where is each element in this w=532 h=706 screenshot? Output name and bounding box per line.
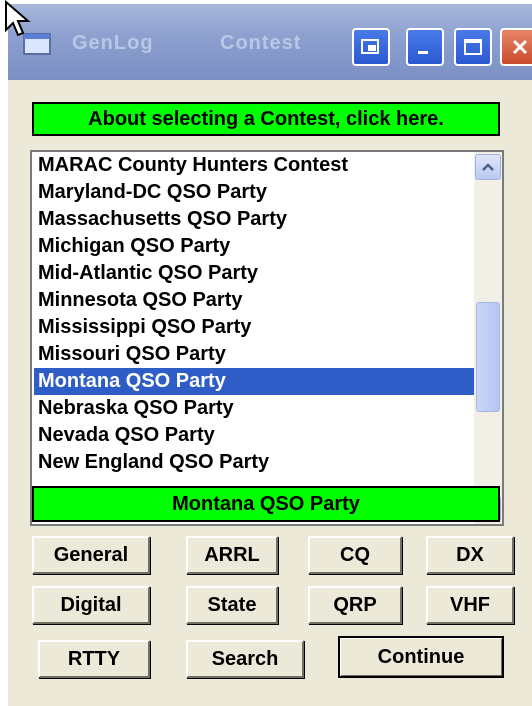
list-item[interactable]: Massachusetts QSO Party [34,206,474,233]
cq-button[interactable]: CQ [308,536,402,574]
contest-list: MARAC County Hunters Contest Maryland-DC … [34,152,474,476]
digital-button[interactable]: Digital [32,586,150,624]
list-item[interactable]: Mississippi QSO Party [34,314,474,341]
list-item[interactable]: Michigan QSO Party [34,233,474,260]
restore-icon [361,39,379,54]
chevron-up-icon [482,163,494,171]
list-item[interactable]: Minnesota QSO Party [34,287,474,314]
maximize-button[interactable] [454,28,492,66]
search-button[interactable]: Search [186,640,304,678]
dialog-body: About selecting a Contest, click here. M… [8,80,532,706]
restore-button[interactable] [352,28,390,66]
list-item[interactable]: MARAC County Hunters Contest [34,152,474,179]
window-title-left: GenLog [72,32,154,54]
about-contest-link[interactable]: About selecting a Contest, click here. [32,102,500,136]
list-item[interactable]: Missouri QSO Party [34,341,474,368]
vhf-button[interactable]: VHF [426,586,514,624]
state-button[interactable]: State [186,586,278,624]
selected-contest-label: Montana QSO Party [172,492,360,515]
vertical-scrollbar[interactable] [474,152,502,524]
list-item[interactable]: New England QSO Party [34,449,474,476]
list-item[interactable]: Nevada QSO Party [34,422,474,449]
list-item[interactable]: Montana QSO Party [34,368,474,395]
list-item[interactable]: Mid-Atlantic QSO Party [34,260,474,287]
close-icon [512,39,528,55]
close-button[interactable] [500,28,532,66]
general-button[interactable]: General [32,536,150,574]
dx-button[interactable]: DX [426,536,514,574]
window-title-right: Contest [220,32,302,54]
selected-contest-display: Montana QSO Party [32,486,500,522]
minimize-button[interactable] [406,28,444,66]
continue-button[interactable]: Continue [338,636,504,678]
scroll-up-button[interactable] [475,154,501,180]
arrl-button[interactable]: ARRL [186,536,278,574]
qrp-button[interactable]: QRP [308,586,402,624]
title-bar[interactable]: GenLog Contest [8,4,532,80]
rtty-button[interactable]: RTTY [38,640,150,678]
contest-listbox[interactable]: MARAC County Hunters Contest Maryland-DC … [30,150,504,526]
mouse-cursor-icon [5,0,31,37]
contest-window: GenLog Contest About selecting a Contest… [0,0,532,706]
minimize-icon [418,51,428,54]
scroll-thumb[interactable] [476,302,500,412]
list-item[interactable]: Maryland-DC QSO Party [34,179,474,206]
maximize-icon [464,39,482,55]
list-item[interactable]: Nebraska QSO Party [34,395,474,422]
